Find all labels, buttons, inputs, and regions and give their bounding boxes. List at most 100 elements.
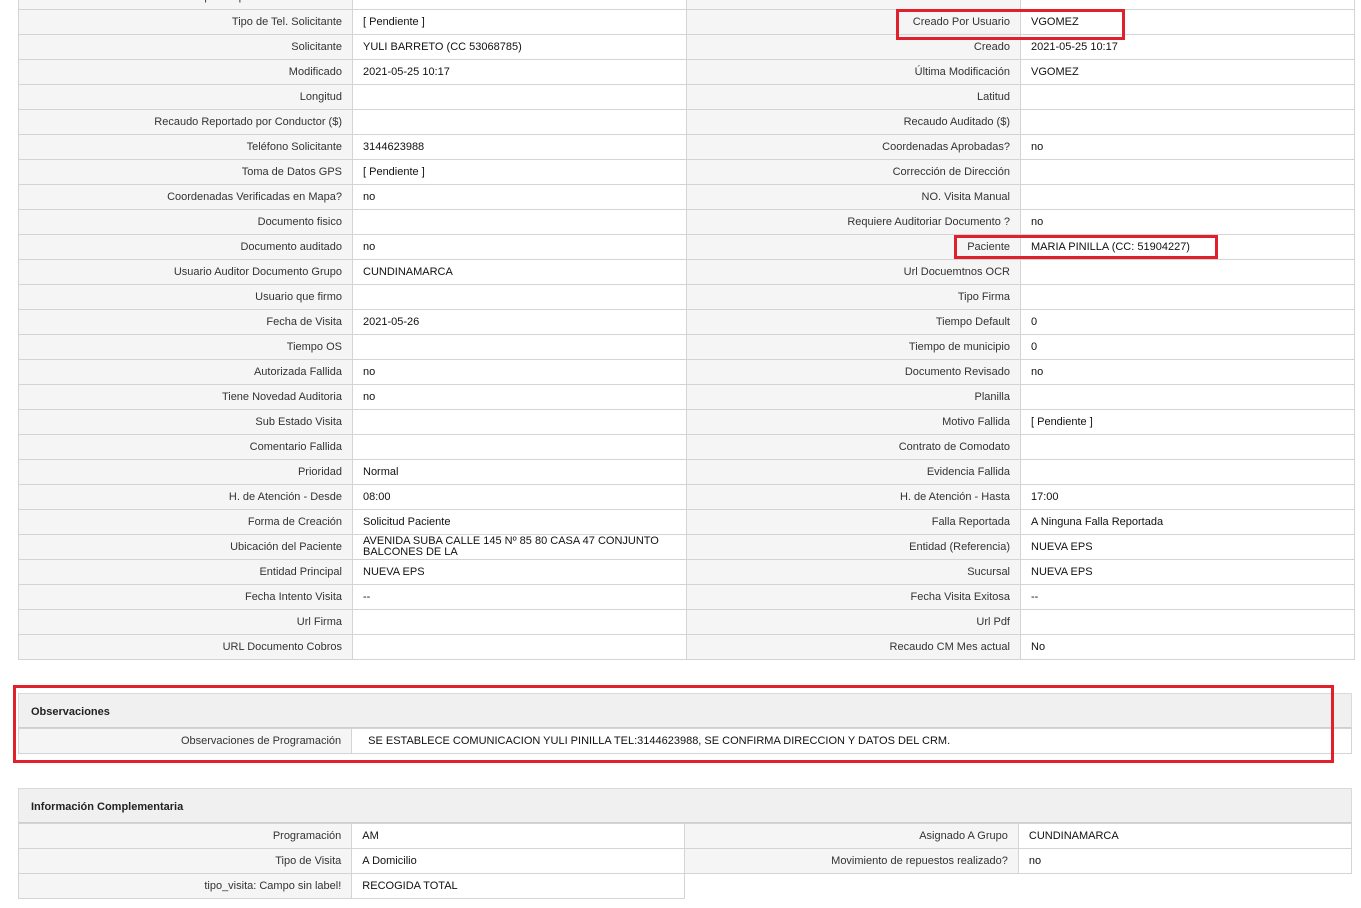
comentario-fallida-value (352, 434, 687, 460)
table-row: Url Firma Url Pdf (18, 609, 1355, 635)
entidad-principal-label: Entidad Principal (18, 559, 353, 585)
entidad-referencia-label: Entidad (Referencia) (686, 534, 1021, 560)
requiere-auditoriar-documento-label: Requiere Auditoriar Documento ? (686, 209, 1021, 235)
coordenadas-verificadas-en-mapa-label: Coordenadas Verificadas en Mapa? (18, 184, 353, 210)
fecha-visita-exitosa-value: -- (1020, 584, 1355, 610)
url-docuemtnos-ocr-value (1020, 259, 1355, 285)
sub-estado-visita-value (352, 409, 687, 435)
table-row: Fecha Intento Visita -- Fecha Visita Exit… (18, 584, 1355, 610)
paciente-value: MARIA PINILLA (CC: 51904227) (1020, 234, 1355, 260)
telefono-solicitante-value: 3144623988 (352, 134, 687, 160)
table-row: Tiempo OS Tiempo de municipio 0 (18, 334, 1355, 360)
observaciones-table: Observaciones de Programación SE ESTABLE… (17, 728, 1352, 754)
table-row: Programación AM Asignado A Grupo CUNDINAMAR… (17, 823, 1353, 849)
url-documento-cobros-value (352, 634, 687, 660)
table-row: Entidad Principal NUEVA EPS Sucursal NUEVA … (18, 559, 1355, 585)
tiene-novedad-auditoria-value: no (352, 384, 687, 410)
url-firma-label: Url Firma (18, 609, 353, 635)
table-row: tipo_visita: Campo sin label! RECOGIDA TO… (17, 873, 1352, 899)
planilla-value (1020, 384, 1355, 410)
requiere-auditoriar-documento-value: no (1020, 209, 1355, 235)
estado-label: Estado (686, 0, 1021, 10)
autorizada-fallida-value: no (352, 359, 687, 385)
table-row: URL Documento Cobros Recaudo CM Mes actua… (18, 634, 1355, 660)
usuario-que-firmo-value (352, 284, 687, 310)
coordenadas-aprobadas-value: no (1020, 134, 1355, 160)
table-row: Forma de Creación Solicitud Paciente Falla… (18, 509, 1355, 535)
tipo-visita-campo-sin-label-value: RECOGIDA TOTAL (351, 873, 686, 899)
tipo-de-visita-value: A Domicilio (351, 848, 686, 874)
tiempo-default-value: 0 (1020, 309, 1355, 335)
table-row: Usuario Auditor Documento Grupo CUNDINAMA… (18, 259, 1355, 285)
creado-por-usuario-value: VGOMEZ (1020, 9, 1355, 35)
tipo-de-tel-solicitante-label: Tipo de Tel. Solicitante (18, 9, 353, 35)
documento-revisado-label: Documento Revisado (686, 359, 1021, 385)
observaciones-value: SE ESTABLECE COMUNICACION YULI PINILLA T… (351, 728, 1352, 754)
toma-de-datos-gps-value: [ Pendiente ] (352, 159, 687, 185)
tiempo-os-value (352, 334, 687, 360)
table-row: Sub Estado Visita Motivo Fallida[ Pendien… (18, 409, 1355, 435)
tipo-visita-campo-sin-label-label: tipo_visita: Campo sin label! (17, 873, 353, 899)
forma-de-creacion-label: Forma de Creación (18, 509, 353, 535)
correccion-de-direccion-label: Corrección de Dirección (686, 159, 1021, 185)
paciente-label: Paciente (686, 234, 1021, 260)
autorizada-fallida-label: Autorizada Fallida (18, 359, 353, 385)
table-row: Recaudo Reportado por Conductor ($) Recau… (18, 109, 1355, 135)
tiene-novedad-auditoria-label: Tiene Novedad Auditoria (18, 384, 353, 410)
tiempo-os-label: Tiempo OS (18, 334, 353, 360)
table-row: Documento auditado no Paciente MARIA PINIL… (18, 234, 1355, 260)
tipo-firma-label: Tipo Firma (686, 284, 1021, 310)
modificado-value: 2021-05-25 10:17 (352, 59, 687, 85)
motivo-fallida-label: Motivo Fallida (686, 409, 1021, 435)
fecha-de-visita-value: 2021-05-26 (352, 309, 687, 335)
service-detail-page: Empresa que Presta el ServicioCARVYS SAS… (0, 0, 1361, 908)
usuario-auditor-documento-grupo-label: Usuario Auditor Documento Grupo (18, 259, 353, 285)
empty-label (684, 873, 1019, 899)
toma-de-datos-gps-label: Toma de Datos GPS (18, 159, 353, 185)
tiempo-default-label: Tiempo Default (686, 309, 1021, 335)
comentario-fallida-label: Comentario Fallida (18, 434, 353, 460)
fecha-intento-visita-value: -- (352, 584, 687, 610)
observaciones-section: Observaciones Observaciones de Programac… (17, 693, 1352, 754)
falla-reportada-label: Falla Reportada (686, 509, 1021, 535)
solicitante-value: YULI BARRETO (CC 53068785) (352, 34, 687, 60)
creado-label: Creado (686, 34, 1021, 60)
empresa-que-presta-el-servicio-value: CARVYS SAS (352, 0, 687, 10)
empresa-que-presta-el-servicio-label: Empresa que Presta el Servicio (18, 0, 353, 10)
table-row: Tipo de Tel. Solicitante[ Pendiente ] Cre… (18, 9, 1355, 35)
url-firma-value (352, 609, 687, 635)
usuario-que-firmo-label: Usuario que firmo (18, 284, 353, 310)
entidad-referencia-value: NUEVA EPS (1020, 534, 1355, 560)
programacion-label: Programación (17, 823, 353, 849)
informacion-complementaria-header: Información Complementaria (18, 788, 1352, 823)
no-visita-manual-value (1020, 184, 1355, 210)
documento-fisico-value (352, 209, 687, 235)
documento-revisado-value: no (1020, 359, 1355, 385)
documento-auditado-label: Documento auditado (18, 234, 353, 260)
solicitante-label: Solicitante (18, 34, 353, 60)
tiempo-de-municipio-value: 0 (1020, 334, 1355, 360)
programacion-value: AM (351, 823, 686, 849)
estado-value: Pendiente (1020, 0, 1355, 10)
table-row: Documento fisico Requiere Auditoriar Docu… (18, 209, 1355, 235)
sub-estado-visita-label: Sub Estado Visita (18, 409, 353, 435)
contrato-de-comodato-value (1020, 434, 1355, 460)
entidad-principal-value: NUEVA EPS (352, 559, 687, 585)
usuario-auditor-documento-grupo-value: CUNDINAMARCA (352, 259, 687, 285)
tipo-firma-value (1020, 284, 1355, 310)
fecha-de-visita-label: Fecha de Visita (18, 309, 353, 335)
url-docuemtnos-ocr-label: Url Docuemtnos OCR (686, 259, 1021, 285)
ultima-modificacion-value: VGOMEZ (1020, 59, 1355, 85)
table-row: Solicitante YULI BARRETO (CC 53068785) Cre… (18, 34, 1355, 60)
table-row: Coordenadas Verificadas en Mapa? no NO. V… (18, 184, 1355, 210)
documento-auditado-value: no (352, 234, 687, 260)
tipo-de-visita-label: Tipo de Visita (17, 848, 353, 874)
latitud-value (1020, 84, 1355, 110)
fecha-intento-visita-label: Fecha Intento Visita (18, 584, 353, 610)
asignado-a-grupo-value: CUNDINAMARCA (1017, 823, 1353, 849)
no-visita-manual-label: NO. Visita Manual (686, 184, 1021, 210)
evidencia-fallida-label: Evidencia Fallida (686, 459, 1021, 485)
recaudo-cm-mes-actual-value: No (1020, 634, 1355, 660)
telefono-solicitante-label: Teléfono Solicitante (18, 134, 353, 160)
movimiento-de-repuestos-realizado-label: Movimiento de repuestos realizado? (684, 848, 1019, 874)
